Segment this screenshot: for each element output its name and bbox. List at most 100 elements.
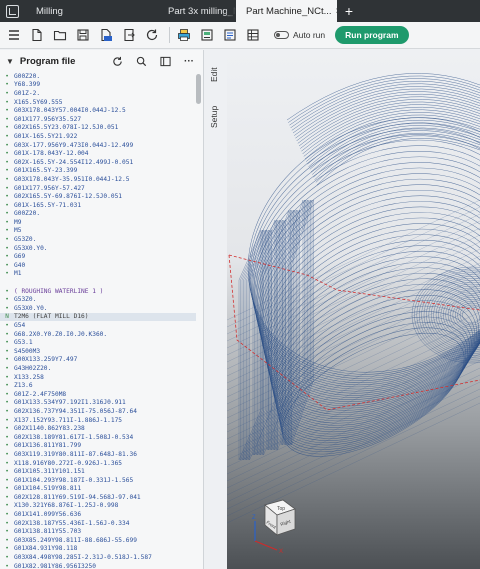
code-line[interactable] — [0, 278, 196, 287]
view-cube-body[interactable]: Top Front Right — [264, 499, 296, 536]
code-line[interactable]: • X118.916Y80.272I-0.926J-1.365 — [0, 459, 196, 468]
code-line[interactable]: • M1 — [0, 270, 196, 279]
code-line[interactable]: • G01Z-2.4F750M8 — [0, 390, 196, 399]
simulate-icon[interactable] — [220, 26, 239, 45]
tab-part-3x-milling[interactable]: Part 3x milling_NC... — [140, 0, 236, 22]
code-line[interactable]: • G03X84.498Y98.285I-2.31J-0.518J-1.587 — [0, 553, 196, 562]
more-options-icon[interactable]: ··· — [181, 56, 197, 67]
code-line[interactable]: • S4500M3 — [0, 347, 196, 356]
code-scrollbar[interactable] — [196, 74, 201, 564]
nc-file-icon[interactable] — [96, 26, 115, 45]
code-line[interactable]: • G02X165.5Y-69.876I-12.5J0.051 — [0, 192, 196, 201]
code-line[interactable]: • X165.5Y69.555 — [0, 98, 196, 107]
code-line[interactable]: • G02X-165.5Y-24.554I12.499J-0.051 — [0, 158, 196, 167]
tab-part-machine[interactable]: Part Machine_NCt... × — [236, 0, 337, 22]
code-line[interactable]: • X133.258 — [0, 373, 196, 382]
code-line[interactable]: • G03X85.249Y98.811I-88.686J-55.699 — [0, 536, 196, 545]
code-line[interactable]: • G03X-177.956Y9.473I0.044J-12.499 — [0, 141, 196, 150]
export-icon[interactable] — [119, 26, 138, 45]
code-line[interactable]: • M5 — [0, 227, 196, 236]
code-line[interactable]: • G01X84.931Y98.118 — [0, 545, 196, 554]
close-tab-icon[interactable]: × — [336, 6, 337, 17]
code-line[interactable]: • G53X0.Y0. — [0, 244, 196, 253]
code-text: Z13.6 — [14, 382, 33, 390]
machine-icon[interactable] — [197, 26, 216, 45]
code-line[interactable]: • G02X138.189Y81.617I-1.508J-0.534 — [0, 433, 196, 442]
code-line[interactable]: • G01X-165.5Y21.922 — [0, 132, 196, 141]
code-line[interactable]: • G00X133.259Y7.497 — [0, 356, 196, 365]
line-bullet-icon: • — [5, 210, 9, 218]
code-line[interactable]: • G02X165.5Y23.078I-12.5J0.051 — [0, 124, 196, 133]
code-line[interactable]: • G02X136.737Y94.351I-75.056J-87.64 — [0, 407, 196, 416]
panel-toggle-icon[interactable] — [157, 56, 173, 67]
app-menu-icon[interactable] — [0, 0, 24, 22]
code-line[interactable]: • G40 — [0, 261, 196, 270]
line-bullet-icon: • — [5, 81, 9, 89]
menu-icon[interactable] — [4, 26, 23, 45]
code-line[interactable]: • G03X178.043Y57.004I0.044J-12.5 — [0, 106, 196, 115]
3d-viewport[interactable]: Top Front Right Z X — [227, 50, 480, 569]
code-line[interactable]: • G01X165.5Y-23.399 — [0, 167, 196, 176]
code-line[interactable]: • Z13.6 — [0, 381, 196, 390]
code-text: G01Z-2. — [14, 89, 41, 97]
code-line[interactable]: • G01X105.311Y101.151 — [0, 467, 196, 476]
code-line[interactable]: • G03X178.043Y-35.951I0.044J-12.5 — [0, 175, 196, 184]
code-line[interactable]: • G01X-178.043Y-12.004 — [0, 149, 196, 158]
code-line[interactable]: • G00Z20. — [0, 210, 196, 219]
code-line[interactable]: • G01X138.811Y55.703 — [0, 527, 196, 536]
auto-run-toggle[interactable]: Auto run — [274, 30, 325, 40]
code-text: G01X136.811Y81.799 — [14, 442, 82, 450]
code-line[interactable]: • G01X177.956Y35.527 — [0, 115, 196, 124]
code-line[interactable]: • M9 — [0, 218, 196, 227]
code-line[interactable]: • G54 — [0, 321, 196, 330]
code-line[interactable]: • G53Z0. — [0, 295, 196, 304]
save-icon[interactable] — [73, 26, 92, 45]
code-text: G53Z0. — [14, 296, 37, 304]
code-line[interactable]: • G01X177.956Y-57.427 — [0, 184, 196, 193]
code-line[interactable]: • G53Z0. — [0, 235, 196, 244]
cube-face-top[interactable]: Top — [277, 506, 285, 512]
code-line[interactable]: • G01X-165.5Y-71.031 — [0, 201, 196, 210]
new-tab-button[interactable]: + — [337, 0, 361, 22]
code-line[interactable]: • G02X128.811Y69.519I-94.568J-97.041 — [0, 493, 196, 502]
code-line[interactable]: • ( ROUGHING WATERLINE 1 ) — [0, 287, 196, 296]
new-file-icon[interactable] — [27, 26, 46, 45]
tab-milling[interactable]: Milling — [24, 0, 140, 22]
code-line[interactable]: • G68.2X0.Y0.Z0.I0.J0.K360. — [0, 330, 196, 339]
code-line[interactable]: • G01X141.099Y56.636 — [0, 510, 196, 519]
line-bullet-icon: • — [5, 356, 9, 364]
code-line[interactable]: • G00Z20. — [0, 72, 196, 81]
code-line[interactable]: • G02X1140.862Y83.238 — [0, 424, 196, 433]
code-line[interactable]: • G43H02Z20. — [0, 364, 196, 373]
view-cube[interactable]: Top Front Right Z X — [243, 495, 303, 555]
run-program-button[interactable]: Run program — [335, 26, 409, 44]
code-line[interactable]: • G01X82.981Y86.956I3250 — [0, 562, 196, 569]
code-line[interactable]: • G01X136.811Y81.799 — [0, 442, 196, 451]
code-line[interactable]: • G02X138.187Y55.436I-1.56J-0.334 — [0, 519, 196, 528]
code-line[interactable]: N T2M6 (FLAT MILL D16) — [0, 312, 196, 322]
code-line[interactable]: • X137.152Y93.711I-1.886J-1.175 — [0, 416, 196, 425]
panel-header: ▼ Program file ··· — [0, 50, 203, 72]
reload-icon[interactable] — [109, 56, 125, 67]
collapse-chevron-icon[interactable]: ▼ — [6, 57, 14, 66]
code-line[interactable]: • G01Z-2. — [0, 89, 196, 98]
code-line[interactable]: • G01X104.293Y98.187I-0.331J-1.565 — [0, 476, 196, 485]
refresh-icon[interactable] — [142, 26, 161, 45]
code-line[interactable]: • X130.321Y68.876I-1.25J-0.998 — [0, 502, 196, 511]
open-folder-icon[interactable] — [50, 26, 69, 45]
code-line[interactable]: • G01X104.519Y98.811 — [0, 485, 196, 494]
tab-edit[interactable]: Edit — [209, 67, 219, 82]
tab-setup[interactable]: Setup — [209, 106, 219, 128]
code-line[interactable]: • G03X119.319Y80.811I-87.648J-81.36 — [0, 450, 196, 459]
code-line[interactable]: • Y68.399 — [0, 81, 196, 90]
code-line[interactable]: • G53X0.Y0. — [0, 304, 196, 313]
table-icon[interactable] — [243, 26, 262, 45]
printer-icon[interactable] — [174, 26, 193, 45]
scrollbar-thumb[interactable] — [196, 74, 201, 104]
code-list[interactable]: • G00Z20. • Y68.399 • G01Z-2. • X165.5Y69.555 • G… — [0, 72, 196, 569]
code-line[interactable]: • G69 — [0, 252, 196, 261]
tab-label: Part 3x milling_NC... — [168, 5, 236, 17]
search-icon[interactable] — [133, 56, 149, 67]
code-line[interactable]: • G53.1 — [0, 338, 196, 347]
code-line[interactable]: • G01X133.534Y97.192I1.316J0.911 — [0, 399, 196, 408]
